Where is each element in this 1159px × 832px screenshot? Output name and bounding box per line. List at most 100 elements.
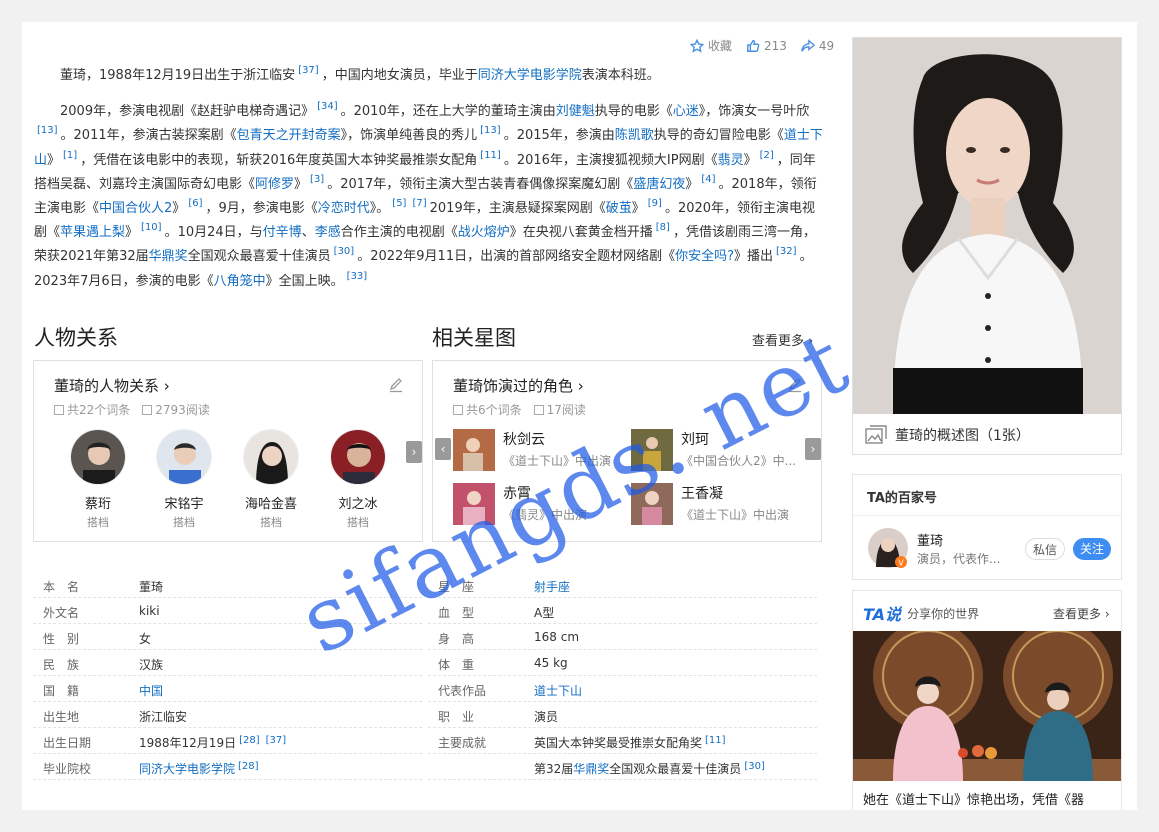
summary-link[interactable]: 破茧 [606, 201, 632, 216]
summary-link[interactable]: 苹果遇上梨 [60, 225, 125, 240]
info-value[interactable]: 中国 [139, 682, 163, 699]
reference-marker[interactable]: [28] [239, 735, 260, 746]
reference-marker[interactable]: [30] [334, 246, 355, 257]
photo-caption-text: 董琦的概述图（1张） [895, 428, 1030, 444]
role-item[interactable]: 刘珂 《中国合伙人2》中... [631, 429, 796, 473]
stars-see-more-link[interactable]: 查看更多 › [752, 330, 813, 349]
reference-marker[interactable]: [8] [656, 222, 670, 233]
summary-text: 表演本科班。 [581, 68, 660, 83]
reads-icon [533, 405, 544, 415]
summary-link[interactable]: 盛唐幻夜 [633, 177, 685, 192]
summary-link[interactable]: 同济大学电影学院 [478, 68, 582, 83]
summary-link[interactable]: 翡灵 [718, 153, 744, 168]
summary-link[interactable]: 付辛博 [263, 225, 302, 240]
article-actions: 收藏 213 49 [690, 37, 834, 54]
person-card[interactable]: 海哈金喜 搭档 [241, 429, 301, 530]
portrait-image [853, 38, 1121, 414]
person-card[interactable]: 刘之冰 搭档 [328, 429, 388, 530]
next-arrow-button[interactable]: › [406, 441, 422, 463]
edit-icon[interactable] [787, 377, 803, 393]
reference-marker[interactable]: [28] [238, 761, 259, 772]
info-value: 1988年12月19日 [28] [37] [139, 735, 287, 750]
reference-marker[interactable]: [10] [141, 222, 162, 233]
reference-marker[interactable]: [5] [392, 198, 406, 209]
info-value: 英国大本钟奖最受推崇女配角奖 [11] [534, 735, 726, 750]
reference-marker[interactable]: [2] [760, 150, 774, 161]
info-value[interactable]: 同济大学电影学院 [28] [139, 760, 262, 777]
baijiahao-avatar[interactable]: V [867, 527, 909, 569]
info-row: 体 重 45 kg [428, 650, 817, 676]
summary-link[interactable]: 八角笼中 [214, 274, 266, 289]
summary-link[interactable]: 冷恋时代 [318, 201, 370, 216]
message-button[interactable]: 私信 [1025, 538, 1065, 560]
reference-marker[interactable]: [34] [317, 101, 338, 112]
reference-marker[interactable]: [1] [63, 150, 77, 161]
favorite-button[interactable]: 收藏 [690, 37, 732, 54]
reference-marker[interactable]: [11] [480, 150, 501, 161]
reference-marker[interactable]: [3] [310, 174, 324, 185]
stars-section-title: 相关星图 [432, 326, 516, 350]
info-key: 身 高 [438, 632, 475, 646]
edit-icon[interactable] [388, 377, 404, 393]
photo-caption[interactable]: 董琦的概述图（1张） [865, 425, 1030, 445]
info-row: 出生地 浙江临安 [33, 702, 422, 728]
reference-marker[interactable]: [11] [705, 735, 726, 746]
summary-text: 全国观众最喜爱十佳演员 [187, 249, 331, 265]
person-name: 宋铭宇 [164, 497, 204, 512]
summary-link[interactable]: 阿修罗 [255, 177, 294, 192]
info-value[interactable]: 道士下山 [534, 682, 582, 699]
stars-reads: 17阅读 [546, 403, 586, 417]
summary-link[interactable]: 战火熔炉 [458, 225, 510, 240]
summary-photo[interactable]: 董琦的概述图（1张） [852, 37, 1122, 455]
info-link[interactable]: 华鼎奖 [573, 762, 609, 776]
follow-button[interactable]: 关注 [1073, 538, 1111, 560]
reference-marker[interactable]: [13] [37, 125, 58, 136]
person-card[interactable]: 蔡珩 搭档 [68, 429, 128, 530]
reference-marker[interactable]: [37] [298, 65, 319, 76]
summary-text: 2019年，主演悬疑探案网剧《 [429, 201, 606, 217]
lemma-summary: 董琦，1988年12月19日出生于浙江临安 [37] ，中国内地女演员，毕业于同济大… [34, 64, 824, 306]
reference-marker[interactable]: [32] [776, 246, 797, 257]
reads-icon [142, 405, 153, 415]
summary-text: 》 [125, 225, 139, 241]
info-value[interactable]: 射手座 [534, 578, 570, 595]
relations-card-title[interactable]: 董琦的人物关系 › [54, 375, 170, 396]
share-button[interactable]: 49 [801, 37, 834, 54]
baijiahao-name[interactable]: 董琦 [917, 530, 943, 549]
reference-marker[interactable]: [37] [266, 735, 287, 746]
reference-marker[interactable]: [7] [412, 198, 426, 209]
ta-say-panel: TA说 分享你的世界 查看更多 › 她在《道士下山》惊艳出场，凭借《器 [852, 590, 1122, 810]
role-item[interactable]: 秋剑云 《道士下山》中出演 [453, 429, 611, 473]
summary-link[interactable]: 陈凯歌 [615, 128, 654, 143]
prev-arrow-button[interactable]: ‹ [435, 438, 451, 460]
reference-marker[interactable]: [9] [648, 198, 662, 209]
ta-say-image[interactable] [853, 631, 1121, 781]
next-arrow-button[interactable]: › [805, 438, 821, 460]
reference-marker[interactable]: [13] [480, 125, 501, 136]
info-key: 主要成就 [438, 736, 487, 750]
summary-link[interactable]: 刘健魁 [556, 104, 595, 119]
summary-link[interactable]: 华鼎奖 [149, 249, 188, 264]
ta-say-more-link[interactable]: 查看更多 › [1053, 605, 1110, 622]
summary-text: 。2017年，领衔主演大型古装青春偶像探案魔幻剧《 [327, 176, 634, 192]
summary-link[interactable]: 中国合伙人2 [99, 201, 172, 216]
role-source: 《道士下山》中出演 [681, 508, 790, 522]
ta-say-caption[interactable]: 她在《道士下山》惊艳出场，凭借《器 [863, 789, 1084, 808]
stars-card-title[interactable]: 董琦饰演过的角色 › [453, 375, 584, 396]
role-item[interactable]: 赤霄 《翡灵》中出演 [453, 483, 587, 527]
reference-marker[interactable]: [30] [744, 761, 765, 772]
role-item[interactable]: 王香凝 《道士下山》中出演 [631, 483, 789, 527]
reference-marker[interactable]: [6] [188, 198, 202, 209]
reference-marker[interactable]: [33] [347, 271, 368, 282]
person-card[interactable]: 宋铭宇 搭档 [154, 429, 214, 530]
summary-link[interactable]: 你安全吗? [675, 249, 734, 264]
like-button[interactable]: 213 [746, 37, 787, 54]
summary-text: 》 [172, 201, 186, 217]
reference-marker[interactable]: [4] [701, 174, 715, 185]
info-row: 血 型 A型 [428, 598, 817, 624]
summary-link[interactable]: 心迷 [673, 104, 699, 119]
relations-reads: 2793阅读 [155, 403, 210, 417]
summary-link[interactable]: 李感 [315, 225, 341, 240]
summary-link[interactable]: 包青天之开封奇案 [237, 128, 341, 143]
chevron-left-icon: ‹ [440, 442, 446, 456]
